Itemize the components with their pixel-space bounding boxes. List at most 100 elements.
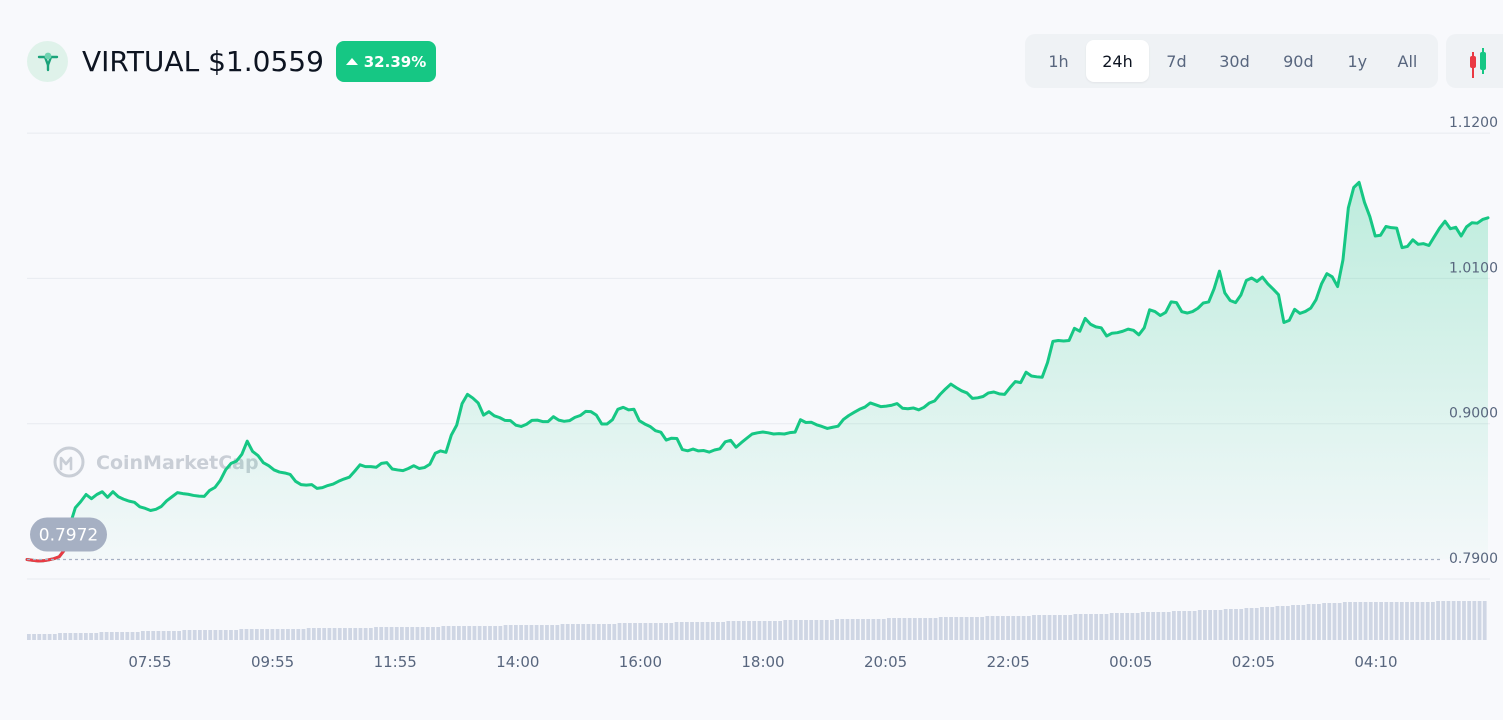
volume-bar xyxy=(736,621,741,640)
volume-bar xyxy=(306,628,311,640)
volume-bar xyxy=(1399,602,1404,640)
volume-bar xyxy=(1317,604,1321,640)
volume-bar xyxy=(317,628,321,640)
volume-bar xyxy=(1125,613,1130,640)
volume-bar xyxy=(1073,614,1078,640)
volume-bar xyxy=(653,623,658,640)
volume-bar xyxy=(482,626,487,640)
volume-bar xyxy=(866,619,871,640)
volume-bar xyxy=(918,618,922,640)
volume-bar xyxy=(949,617,953,640)
volume-bar xyxy=(477,626,482,640)
volume-bar xyxy=(348,628,352,640)
volume-bar xyxy=(767,621,772,640)
volume-bar xyxy=(757,621,762,640)
volume-bar xyxy=(58,633,62,640)
x-tick-label: 14:00 xyxy=(496,653,539,671)
volume-bar xyxy=(1001,616,1005,640)
volume-bar xyxy=(394,627,399,640)
volume-bar xyxy=(674,622,679,640)
volume-bar xyxy=(835,619,839,640)
volume-bar xyxy=(1099,614,1104,640)
volume-bar xyxy=(130,632,135,640)
y-tick-label: 1.0100 xyxy=(1449,260,1498,276)
volume-bar xyxy=(1306,604,1311,640)
volume-bar xyxy=(938,617,943,640)
volume-bar xyxy=(659,623,663,640)
volume-bar xyxy=(177,631,182,640)
volume-bar xyxy=(89,633,93,640)
volume-bar xyxy=(208,630,213,640)
x-tick-label: 11:55 xyxy=(374,653,417,671)
volume-bar xyxy=(1260,607,1264,640)
volume-bar xyxy=(591,624,596,640)
volume-bar xyxy=(270,629,275,640)
volume-bar xyxy=(265,629,270,640)
volume-bar xyxy=(1285,606,1290,640)
volume-bar xyxy=(876,619,881,640)
volume-bar xyxy=(1379,602,1383,640)
y-tick-label: 0.7900 xyxy=(1449,551,1498,567)
volume-bar xyxy=(1451,601,1456,640)
volume-bar xyxy=(503,625,508,640)
volume-bar xyxy=(762,621,767,640)
volume-bar xyxy=(1270,607,1275,640)
volume-bar xyxy=(451,626,456,640)
volume-bar xyxy=(47,634,52,640)
volume-bar xyxy=(773,621,777,640)
volume-bar xyxy=(379,627,384,640)
volume-bar xyxy=(446,626,451,640)
volume-bar xyxy=(301,629,306,640)
volume-bar xyxy=(550,625,555,640)
volume-bar xyxy=(778,621,782,640)
volume-bar xyxy=(332,628,337,640)
volume-bar xyxy=(109,632,114,640)
volume-bar xyxy=(855,619,860,640)
volume-bar xyxy=(1415,602,1420,640)
volume-bar xyxy=(633,623,637,640)
volume-bar xyxy=(249,629,254,640)
volume-bar xyxy=(343,628,347,640)
volume-bar xyxy=(374,627,378,640)
volume-bar xyxy=(534,625,539,640)
volume-bar xyxy=(581,624,586,640)
volume-bar xyxy=(871,619,876,640)
volume-bar xyxy=(990,616,995,640)
volume-bar xyxy=(1130,613,1135,640)
volume-bar xyxy=(555,625,560,640)
volume-bar xyxy=(964,617,969,640)
volume-bar xyxy=(565,624,570,640)
volume-bar xyxy=(172,631,176,640)
volume-bar xyxy=(42,634,47,640)
volume-bar xyxy=(560,624,565,640)
volume-bar xyxy=(824,620,829,640)
volume-bar xyxy=(197,630,202,640)
volume-bar xyxy=(1140,612,1145,640)
volume-bar xyxy=(1083,614,1088,640)
volume-bar xyxy=(1047,615,1052,640)
volume-bar xyxy=(187,630,192,640)
volume-bar xyxy=(244,629,249,640)
volume-bar xyxy=(1109,613,1114,640)
volume-bar xyxy=(1042,615,1047,640)
volume-bar xyxy=(140,631,145,640)
volume-bar xyxy=(1213,610,1218,640)
volume-bar xyxy=(1425,602,1430,640)
volume-bar xyxy=(1405,602,1409,640)
price-chart: CoinMarketCap 0.7972 1.12001.01000.90000… xyxy=(25,115,1498,671)
x-tick-label: 00:05 xyxy=(1109,653,1152,671)
volume-bar xyxy=(617,623,622,640)
volume-bar xyxy=(462,626,466,640)
volume-bar xyxy=(586,624,591,640)
volume-bar xyxy=(1254,608,1259,640)
volume-bar xyxy=(1275,606,1280,640)
volume-bar xyxy=(73,633,78,640)
volume-bar xyxy=(1244,608,1249,640)
volume-bar xyxy=(1120,613,1124,640)
volume-bar xyxy=(1301,605,1306,640)
volume-bar xyxy=(363,628,368,640)
volume-bar xyxy=(151,631,156,640)
volume-bar xyxy=(1177,611,1181,640)
volume-bar xyxy=(1094,614,1099,640)
volume-bar xyxy=(1021,616,1026,640)
